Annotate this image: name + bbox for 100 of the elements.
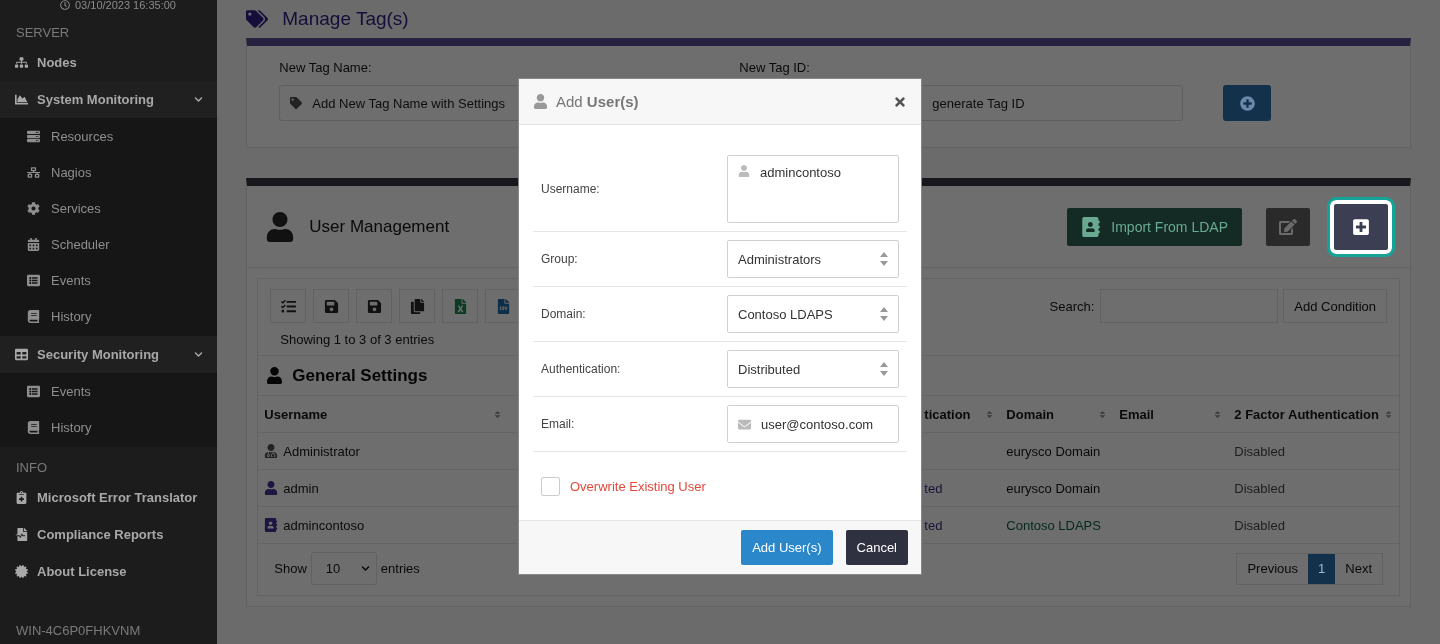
column-header[interactable]: Username [258,395,509,432]
field-label: Group: [541,252,578,266]
add-users-button[interactable]: Add User(s) [741,530,833,565]
network-icon [27,165,40,179]
show-label: Show [274,561,307,576]
report-icon [15,528,28,541]
table-cell: admin [258,469,509,506]
page-size-select[interactable]: 10 [310,552,377,585]
list-icon [27,384,40,398]
sidebar-item[interactable]: System Monitoring [0,81,218,118]
entries-label: entries [380,561,420,576]
hostname: WIN-4C6P0FHKVNM [15,623,142,640]
sort-arrows-icon [880,252,888,266]
sidebar-subitem[interactable]: Events [0,373,218,409]
add-tag-button[interactable] [1223,85,1272,121]
sort-icon [985,409,995,419]
add-condition-button[interactable]: Add Condition [1283,289,1387,323]
cancel-button[interactable]: Cancel [845,530,908,565]
csv-icon [495,298,511,314]
sidebar-item[interactable]: Security Monitoring [0,336,218,373]
column-header[interactable]: 2 Factor Authentication [1228,395,1399,432]
user-icon [265,211,296,242]
domain-link[interactable]: Contoso LDAPS [1000,506,1114,543]
datetime: 03/10/2023 16:35:00 [75,0,176,11]
sidebar-subitem[interactable]: Scheduler [0,226,218,262]
clock-icon [60,0,70,10]
tags-icon [246,8,269,30]
address-book-icon [1081,216,1102,237]
section-title: INFO [15,459,49,477]
address-book-icon [264,518,279,532]
sidebar-item[interactable]: Compliance Reports [0,516,218,553]
search-label: Search: [1049,298,1095,314]
sort-icon [1213,409,1223,419]
email-field[interactable]: user@contoso.com [727,405,899,443]
table-cell: eurysco Domain [1000,432,1114,469]
user-icon [266,367,284,384]
gear-icon [27,201,40,215]
chart-icon [15,93,28,106]
list-icon [27,273,40,287]
page-button[interactable]: Previous [1237,553,1309,584]
table-cell: Disabled [1228,432,1399,469]
dropdown[interactable]: Contoso LDAPS [727,295,899,333]
table-cell: admincontoso [258,506,509,543]
username-field[interactable]: admincontoso [727,155,899,223]
sort-arrows-icon [880,362,888,376]
sidebar-subitem[interactable]: Nagios [0,154,218,190]
column-header[interactable]: Domain [1000,395,1114,432]
field-label: New Tag ID: [739,60,811,75]
user-icon [264,481,279,495]
plus-icon [1239,95,1255,111]
checkbox-label: Overwrite Existing User [570,479,706,494]
close-button[interactable] [893,94,907,109]
book-icon [27,309,40,323]
page-button[interactable]: Next [1335,553,1382,584]
sidebar-item[interactable]: Microsoft Error Translator [0,479,218,516]
sort-icon [1098,409,1108,419]
excel-icon [452,298,468,314]
field-label: Email: [541,417,575,431]
sidebar-subitem[interactable]: Events [0,262,218,298]
certificate-icon [15,565,28,578]
server-icon [27,129,40,143]
field-label: Username: [541,182,600,196]
edit-button[interactable] [1266,207,1310,246]
sidebar-item[interactable]: Nodes [0,44,218,81]
tag-icon [290,97,303,109]
sort-icon [1384,409,1393,419]
chevron-icon [360,564,370,573]
calendar-icon [27,237,40,251]
edit-icon [1279,217,1297,236]
checkbox[interactable] [541,477,560,496]
section-title: SERVER [15,24,71,42]
section-title: General Settings [292,365,428,386]
dropdown[interactable]: Distributed [727,350,899,388]
dropdown[interactable]: Administrators [727,240,899,278]
sidebar-subitem[interactable]: Resources [0,118,218,154]
sort-icon [493,409,503,419]
checklist-icon [280,298,296,314]
import-ldap-button[interactable]: Import From LDAP [1067,207,1242,246]
envelope-icon [738,417,751,431]
table-icon [15,348,28,361]
table-cell: Administrator [258,432,509,469]
sitemap-icon [15,56,28,69]
dialog-title: Add User(s) [556,93,639,110]
page-button[interactable]: 1 [1308,553,1336,584]
user-icon [738,165,750,177]
page-title: Manage Tag(s) [282,8,409,30]
sidebar-subitem[interactable]: History [0,409,218,445]
clipboard-icon [15,491,28,504]
table-cell: Disabled [1228,469,1399,506]
sidebar-subitem[interactable]: Services [0,190,218,226]
sidebar-item[interactable]: About License [0,553,218,590]
table-cell: eurysco Domain [1000,469,1114,506]
column-header[interactable]: Email [1113,395,1229,432]
field-label: Domain: [541,307,586,321]
field-label: New Tag Name: [279,60,373,75]
book-icon [27,420,40,434]
add-user-button[interactable] [1330,199,1392,254]
user-icon [533,94,548,109]
field-label: Authentication: [541,362,621,376]
sidebar-subitem[interactable]: History [0,298,218,334]
